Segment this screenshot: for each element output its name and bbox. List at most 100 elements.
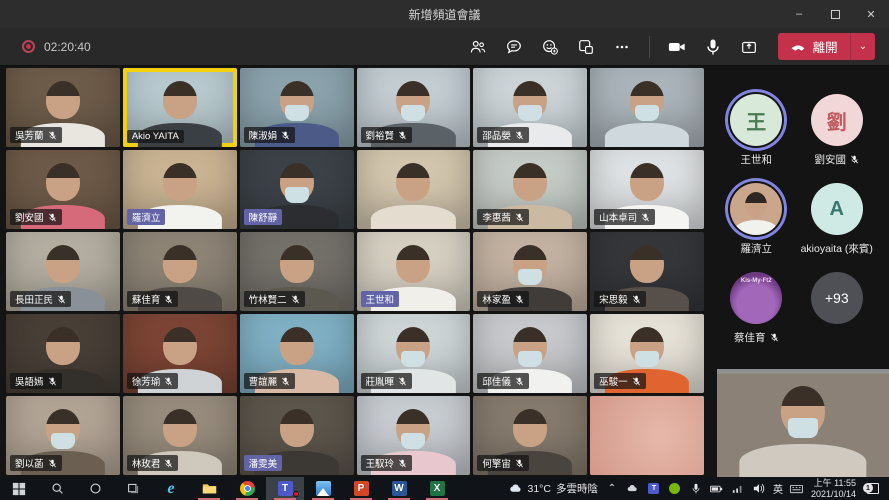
participant-name-label: 劉安國 [10, 209, 62, 225]
teams-tray-icon[interactable]: T [647, 482, 661, 496]
participant-avatar-王世和[interactable]: 王王世和 [716, 94, 797, 167]
video-tile-蘇佳育[interactable]: 蘇佳育 [123, 232, 237, 311]
minimize-button[interactable]: – [781, 0, 817, 28]
mic-muted-icon [281, 131, 290, 140]
video-tile-山本卓司[interactable]: 山本卓司 [590, 150, 704, 229]
taskbar-powerpoint-icon[interactable]: P [342, 477, 380, 500]
avatar-label: 劉安國 [815, 152, 860, 167]
camera-button[interactable] [662, 32, 692, 62]
mic-button[interactable] [698, 32, 728, 62]
input-language[interactable]: 英 [773, 481, 783, 496]
video-tile-潘雯美[interactable]: 潘雯美 [240, 396, 354, 475]
reactions-button[interactable] [535, 32, 565, 62]
self-view-tile[interactable] [717, 369, 889, 477]
taskbar-file-explorer-icon[interactable] [190, 477, 228, 500]
participant-avatar-羅濟立[interactable]: 羅濟立 [716, 183, 797, 256]
battery-icon[interactable] [710, 482, 724, 496]
taskbar-task-view-button[interactable] [114, 477, 152, 500]
participant-name-label: 曹誼麗 [244, 373, 296, 389]
more-button[interactable] [607, 32, 637, 62]
mic-muted-icon [850, 155, 859, 164]
video-tile-莊胤暉[interactable]: 莊胤暉 [357, 314, 471, 393]
participant-name-label: Akio YAITA [127, 130, 184, 143]
avatar: 劉 [811, 94, 863, 146]
taskbar-internet-explorer-icon[interactable]: e [152, 477, 190, 500]
video-tile-Akio YAITA[interactable]: Akio YAITA [123, 68, 237, 147]
participants-button[interactable] [463, 32, 493, 62]
avatar: Kis-My-Ft2 [730, 272, 782, 324]
video-tile-陳淑娟[interactable]: 陳淑娟 [240, 68, 354, 147]
video-tile[interactable] [357, 150, 471, 229]
teams-notification-dot [293, 491, 299, 497]
windows-taskbar: e T PWX 31°C 多雲時陰 ⌃ T 英 上午 11:55 2021/10/1… [0, 477, 889, 500]
participant-avatar-蔡佳育[interactable]: Kis-My-Ft2蔡佳育 [716, 272, 797, 345]
clock-time: 上午 11:55 [814, 478, 856, 489]
volume-icon[interactable] [752, 482, 766, 496]
touch-keyboard-icon[interactable] [790, 482, 804, 496]
participant-name-label: 邵品嫈 [477, 127, 529, 143]
hidden-icons-chevron[interactable]: ⌃ [605, 482, 619, 496]
video-tile-徐芳瑜[interactable]: 徐芳瑜 [123, 314, 237, 393]
video-tile-王世和[interactable]: 王世和 [357, 232, 471, 311]
leave-options-chevron[interactable]: ⌄ [851, 41, 875, 52]
video-tile-林玫君[interactable]: 林玫君 [123, 396, 237, 475]
taskbar-teams-icon[interactable]: T [266, 477, 304, 500]
onedrive-icon[interactable] [626, 482, 640, 496]
video-tile-吳芳蘭[interactable]: 吳芳蘭 [6, 68, 120, 147]
weather-widget[interactable]: 31°C 多雲時陰 [509, 481, 597, 496]
taskbar-clock[interactable]: 上午 11:55 2021/10/14 [811, 478, 856, 499]
recording-icon [22, 40, 35, 53]
nvidia-icon[interactable] [668, 482, 682, 496]
taskbar-search-button[interactable] [38, 477, 76, 500]
video-tile-羅濟立[interactable]: 羅濟立 [123, 150, 237, 229]
taskbar-word-icon[interactable]: W [380, 477, 418, 500]
participant-name-label: 林玫君 [127, 455, 179, 471]
participant-name-label: 吳芳蘭 [10, 127, 62, 143]
participant-avatar-劉安國[interactable]: 劉劉安國 [797, 94, 878, 167]
video-tile-宋思毅[interactable]: 宋思毅 [590, 232, 704, 311]
video-tile-劉裕賢[interactable]: 劉裕賢 [357, 68, 471, 147]
mic-tray-icon[interactable] [689, 482, 703, 496]
share-button[interactable] [734, 32, 764, 62]
chat-button[interactable] [499, 32, 529, 62]
video-tile-長田正民[interactable]: 長田正民 [6, 232, 120, 311]
mic-muted-icon [515, 295, 524, 304]
video-tile-吳語嫣[interactable]: 吳語嫣 [6, 314, 120, 393]
participant-video [590, 68, 704, 147]
clock-date: 2021/10/14 [811, 489, 856, 500]
video-tile[interactable] [590, 68, 704, 147]
action-center[interactable]: 1 [863, 483, 883, 494]
video-tile-李惠茜[interactable]: 李惠茜 [473, 150, 587, 229]
maximize-button[interactable] [817, 0, 853, 28]
video-tile-邱佳儀[interactable]: 邱佳儀 [473, 314, 587, 393]
leave-button[interactable]: 離開⌄ [778, 33, 875, 60]
participant-name-label: 吳語嫣 [10, 373, 62, 389]
video-tile-劉以菡[interactable]: 劉以菡 [6, 396, 120, 475]
overflow-count[interactable]: +93 [797, 272, 878, 345]
rooms-button[interactable] [571, 32, 601, 62]
video-tile-巫駿一[interactable]: 巫駿一 [590, 314, 704, 393]
participant-name-label: 宋思毅 [594, 291, 646, 307]
video-tile[interactable] [590, 396, 704, 475]
participant-avatar-akioyaita (來賓)[interactable]: Aakioyaita (來賓) [797, 183, 878, 256]
video-tile-竹林賢二[interactable]: 竹林賢二 [240, 232, 354, 311]
participant-name-label: 何擎宙 [477, 455, 529, 471]
video-tile-林家盈[interactable]: 林家盈 [473, 232, 587, 311]
video-tile-陳舒靜[interactable]: 陳舒靜 [240, 150, 354, 229]
face-mask [51, 433, 75, 449]
video-tile-邵品嫈[interactable]: 邵品嫈 [473, 68, 587, 147]
taskbar-start-button[interactable] [0, 477, 38, 500]
taskbar-chrome-icon[interactable] [228, 477, 266, 500]
participant-name-label: 邱佳儀 [477, 373, 529, 389]
network-icon[interactable] [731, 482, 745, 496]
avatar-label: 羅濟立 [741, 241, 773, 256]
taskbar-cortana-button[interactable] [76, 477, 114, 500]
video-tile-曹誼麗[interactable]: 曹誼麗 [240, 314, 354, 393]
mic-muted-icon [515, 377, 524, 386]
taskbar-excel-icon[interactable]: X [418, 477, 456, 500]
video-tile-劉安國[interactable]: 劉安國 [6, 150, 120, 229]
video-tile-何擎宙[interactable]: 何擎宙 [473, 396, 587, 475]
close-button[interactable]: ✕ [853, 0, 889, 28]
video-tile-王馭玲[interactable]: 王馭玲 [357, 396, 471, 475]
taskbar-photos-icon[interactable] [304, 477, 342, 500]
